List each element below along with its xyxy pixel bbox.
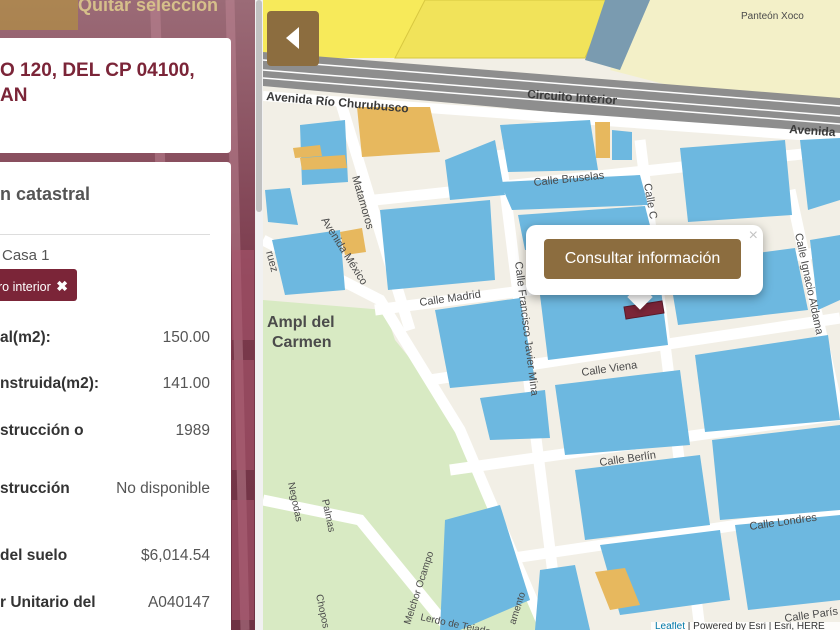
map-attribution: Leaflet | Powered by Esri | Esri, HERE	[651, 622, 840, 630]
info-row-label: al(m2):	[0, 329, 51, 346]
divider	[0, 234, 210, 235]
attribution-text: | Powered by Esri | Esri, HERE	[685, 622, 825, 630]
sidebar-panel: Quitar selección O 120, DEL CP 04100, AN…	[0, 0, 258, 630]
scrollbar-thumb[interactable]	[256, 0, 262, 212]
info-row-label: r Unitario del	[0, 594, 96, 611]
info-row-label: strucción o	[0, 422, 84, 439]
map-view[interactable]: Panteón Xoco Avenida Río Churubusco Circ…	[263, 0, 840, 630]
info-row-value: A040147	[147, 594, 210, 611]
consult-info-button[interactable]: Consultar información	[544, 239, 741, 279]
zone-yellow	[394, 0, 611, 59]
info-row-value: 150.00	[162, 329, 210, 346]
info-row-value: $6,014.54	[141, 547, 210, 564]
unit-label: Casa 1	[2, 247, 50, 264]
info-row-value: 1989	[175, 422, 210, 439]
info-card-title: n catastral	[0, 184, 91, 204]
info-row-label: del suelo	[0, 547, 68, 564]
info-row-value: 141.00	[162, 375, 210, 392]
map-canvas[interactable]: Panteón Xoco Avenida Río Churubusco Circ…	[263, 0, 840, 630]
collapse-panel-button[interactable]	[267, 11, 319, 66]
map-label: Ampl del	[267, 314, 335, 331]
cadastral-info-card: n catastral Casa 1 ro interior ✖ al(m2):…	[0, 162, 231, 630]
map-popup: × Consultar información	[526, 225, 763, 295]
info-row-value: No disponible	[116, 480, 210, 497]
address-card: O 120, DEL CP 04100, AN	[0, 38, 231, 153]
map-label: Carmen	[272, 334, 332, 351]
close-icon[interactable]: ×	[749, 227, 758, 245]
filter-chip-label: ro interior	[0, 280, 51, 294]
info-row-label: strucción	[0, 480, 70, 497]
leaflet-link[interactable]: Leaflet	[655, 622, 685, 630]
property-address: O 120, DEL CP 04100, AN	[0, 60, 195, 106]
filter-chip[interactable]: ro interior ✖	[0, 269, 77, 301]
chevron-left-icon	[286, 27, 299, 49]
close-icon[interactable]: ✖	[56, 278, 68, 294]
clear-selection-link[interactable]: Quitar selección	[78, 0, 218, 16]
map-label: Panteón Xoco	[741, 11, 804, 22]
sidebar-scrollbar[interactable]	[255, 0, 263, 630]
info-row-label: nstruida(m2):	[0, 375, 100, 392]
